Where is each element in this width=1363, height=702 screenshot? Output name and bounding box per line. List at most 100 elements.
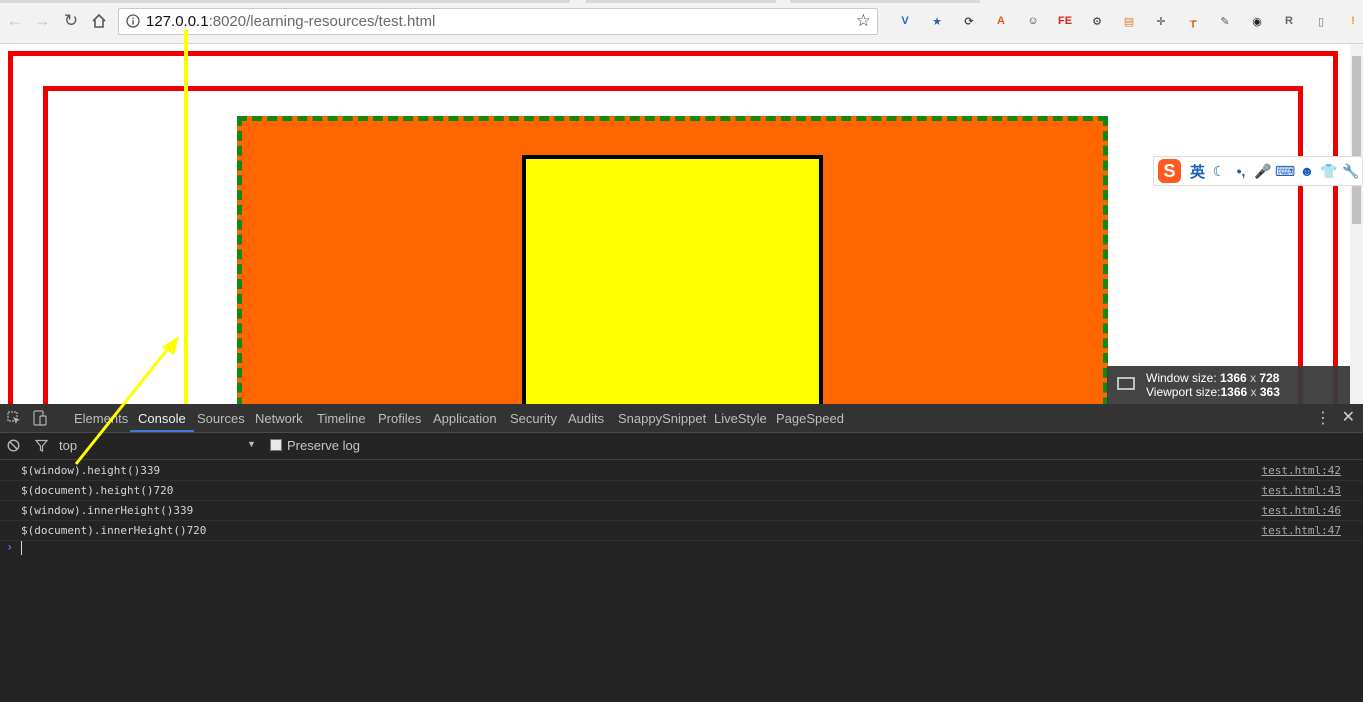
- page-scrollbar-thumb[interactable]: [1352, 56, 1361, 224]
- ime-icon-group: ☾ •, 🎤 ⌨ ☻ 👕 🔧: [1208, 163, 1362, 180]
- ime-mode-toggle[interactable]: 英: [1187, 161, 1208, 182]
- window-size-icon: [1117, 377, 1135, 390]
- tab-audits[interactable]: Audits: [568, 404, 604, 432]
- reload-icon: ↻: [63, 11, 79, 30]
- v-extension-icon[interactable]: V: [896, 12, 914, 30]
- tab-elements[interactable]: Elements: [74, 404, 128, 432]
- viewport-x: x: [1250, 385, 1257, 399]
- window-size-text: Window size: 1366 x 728 Viewport size:13…: [1146, 371, 1280, 399]
- close-devtools-icon[interactable]: ✕: [1342, 407, 1355, 427]
- note-extension-icon[interactable]: ▤: [1120, 12, 1138, 30]
- viewport-size-label: Viewport size:: [1146, 385, 1221, 399]
- page-viewport: [0, 44, 1350, 404]
- extension-icons: V ★ ⟳ A ☺ FE ⚙ ▤ ✛ ┲ ✎ ◉ R ▯!: [886, 0, 1356, 43]
- console-log-row: $(document).height()720 test.html:43: [0, 481, 1363, 501]
- forward-arrow-icon: →: [33, 11, 51, 30]
- tab-strip-edge: [0, 0, 570, 3]
- tab-timeline[interactable]: Timeline: [317, 404, 366, 432]
- address-bar[interactable]: 127.0.0.1:8020/learning-resources/test.h…: [118, 8, 878, 35]
- console-message-text: $(window).height()339: [21, 464, 161, 477]
- more-menu-icon[interactable]: ⋮: [1315, 408, 1331, 428]
- alert-extension-icon[interactable]: !: [1344, 12, 1362, 30]
- prompt-chevron-icon: ›: [6, 540, 14, 554]
- bookmark-star-icon[interactable]: ☆: [856, 11, 871, 31]
- chevron-down-icon[interactable]: ▼: [247, 439, 256, 449]
- color-wheel-extension-icon[interactable]: ◉: [1248, 12, 1266, 30]
- devtools-tab-bar: Elements Console Sources Network Timeline Pro…: [0, 404, 1363, 433]
- info-icon[interactable]: [125, 13, 141, 29]
- bookmark-star-extension-icon[interactable]: ★: [928, 12, 946, 30]
- viewport-height: 363: [1259, 385, 1280, 399]
- tab-security[interactable]: Security: [510, 404, 557, 432]
- console-prompt[interactable]: ›: [0, 538, 1363, 558]
- window-x: x: [1250, 371, 1257, 385]
- tab-snappysnippet[interactable]: SnappySnippet: [618, 404, 706, 432]
- sync-extension-icon[interactable]: ⟳: [960, 12, 978, 30]
- console-log-row: $(window).height()339 test.html:42: [0, 461, 1363, 481]
- window-size-line: Window size: 1366 x 728: [1146, 371, 1280, 385]
- ime-toolbar[interactable]: S 英 ☾ •, 🎤 ⌨ ☻ 👕 🔧: [1153, 156, 1363, 186]
- move-extension-icon[interactable]: ✛: [1152, 12, 1170, 30]
- tab-strip-edge: [586, 0, 776, 3]
- hammer-extension-icon[interactable]: ┲: [1184, 12, 1202, 30]
- tab-sources[interactable]: Sources: [197, 404, 245, 432]
- window-size-overlay: Window size: 1366 x 728 Viewport size:13…: [1107, 366, 1350, 404]
- gear-extension-icon[interactable]: ⚙: [1088, 12, 1106, 30]
- tab-network[interactable]: Network: [255, 404, 303, 432]
- console-source-link[interactable]: test.html:43: [1262, 484, 1341, 497]
- forward-button[interactable]: →: [30, 9, 54, 33]
- console-log-row: $(window).innerHeight()339 test.html:46: [0, 501, 1363, 521]
- tab-console[interactable]: Console: [130, 404, 194, 432]
- reload-button[interactable]: ↻: [59, 9, 83, 33]
- yellow-box: [522, 155, 823, 404]
- skin-shirt-icon[interactable]: 👕: [1318, 163, 1340, 180]
- home-icon: [92, 13, 106, 28]
- console-message-text: $(document).innerHeight()720: [21, 524, 207, 537]
- window-width: 1366: [1220, 371, 1247, 385]
- console-source-link[interactable]: test.html:46: [1262, 504, 1341, 517]
- context-selector[interactable]: top: [59, 438, 77, 453]
- preserve-log-checkbox[interactable]: [270, 439, 282, 451]
- window-size-label: Window size:: [1146, 371, 1217, 385]
- sogou-logo-icon[interactable]: S: [1158, 159, 1181, 183]
- wrench-icon[interactable]: 🔧: [1340, 163, 1362, 180]
- clear-console-icon[interactable]: [6, 438, 20, 452]
- back-arrow-icon: ←: [6, 11, 24, 30]
- devtools-panel: Elements Console Sources Network Timeline Pro…: [0, 404, 1363, 702]
- console-message-text: $(window).innerHeight()339: [21, 504, 194, 517]
- home-button[interactable]: [87, 9, 111, 33]
- device-mode-icon[interactable]: [31, 409, 49, 427]
- url-text[interactable]: 127.0.0.1:8020/learning-resources/test.h…: [146, 13, 435, 30]
- tab-application[interactable]: Application: [433, 404, 497, 432]
- console-messages: $(window).height()339 test.html:42 $(docum…: [0, 461, 1363, 541]
- microphone-icon[interactable]: 🎤: [1252, 163, 1274, 180]
- moon-icon[interactable]: ☾: [1208, 163, 1230, 180]
- url-host: 127.0.0.1: [146, 13, 209, 30]
- url-path: :8020/learning-resources/test.html: [208, 13, 436, 30]
- console-toolbar: top ▼ Preserve log: [0, 433, 1363, 460]
- keyboard-icon[interactable]: ⌨: [1274, 163, 1296, 180]
- a-extension-icon[interactable]: A: [992, 12, 1010, 30]
- tab-pagespeed[interactable]: PageSpeed: [776, 404, 844, 432]
- smiley-extension-icon[interactable]: ☺: [1024, 12, 1042, 30]
- console-source-link[interactable]: test.html:47: [1262, 524, 1341, 537]
- console-source-link[interactable]: test.html:42: [1262, 464, 1341, 477]
- user-icon[interactable]: ☻: [1296, 163, 1318, 180]
- fe-extension-icon[interactable]: FE: [1056, 12, 1074, 30]
- console-message-text: $(document).height()720: [21, 484, 174, 497]
- preserve-log-label: Preserve log: [287, 438, 360, 453]
- punctuation-icon[interactable]: •,: [1230, 163, 1252, 180]
- window-height: 728: [1259, 371, 1280, 385]
- console-input-cursor[interactable]: [21, 541, 22, 555]
- page-extension-icon[interactable]: ▯: [1312, 12, 1330, 30]
- viewport-size-line: Viewport size:1366 x 363: [1146, 385, 1280, 399]
- tab-livestyle[interactable]: LiveStyle: [714, 404, 767, 432]
- browser-toolbar: ← → ↻ 127.0.0.1:8020/learning-resources/…: [0, 0, 1363, 44]
- tab-profiles[interactable]: Profiles: [378, 404, 421, 432]
- viewport-width: 1366: [1220, 385, 1248, 399]
- r-extension-icon[interactable]: R: [1280, 12, 1298, 30]
- inspect-element-icon[interactable]: [5, 409, 23, 427]
- filter-icon[interactable]: [34, 438, 48, 452]
- back-button[interactable]: ←: [3, 9, 27, 33]
- eyedropper-extension-icon[interactable]: ✎: [1216, 12, 1234, 30]
